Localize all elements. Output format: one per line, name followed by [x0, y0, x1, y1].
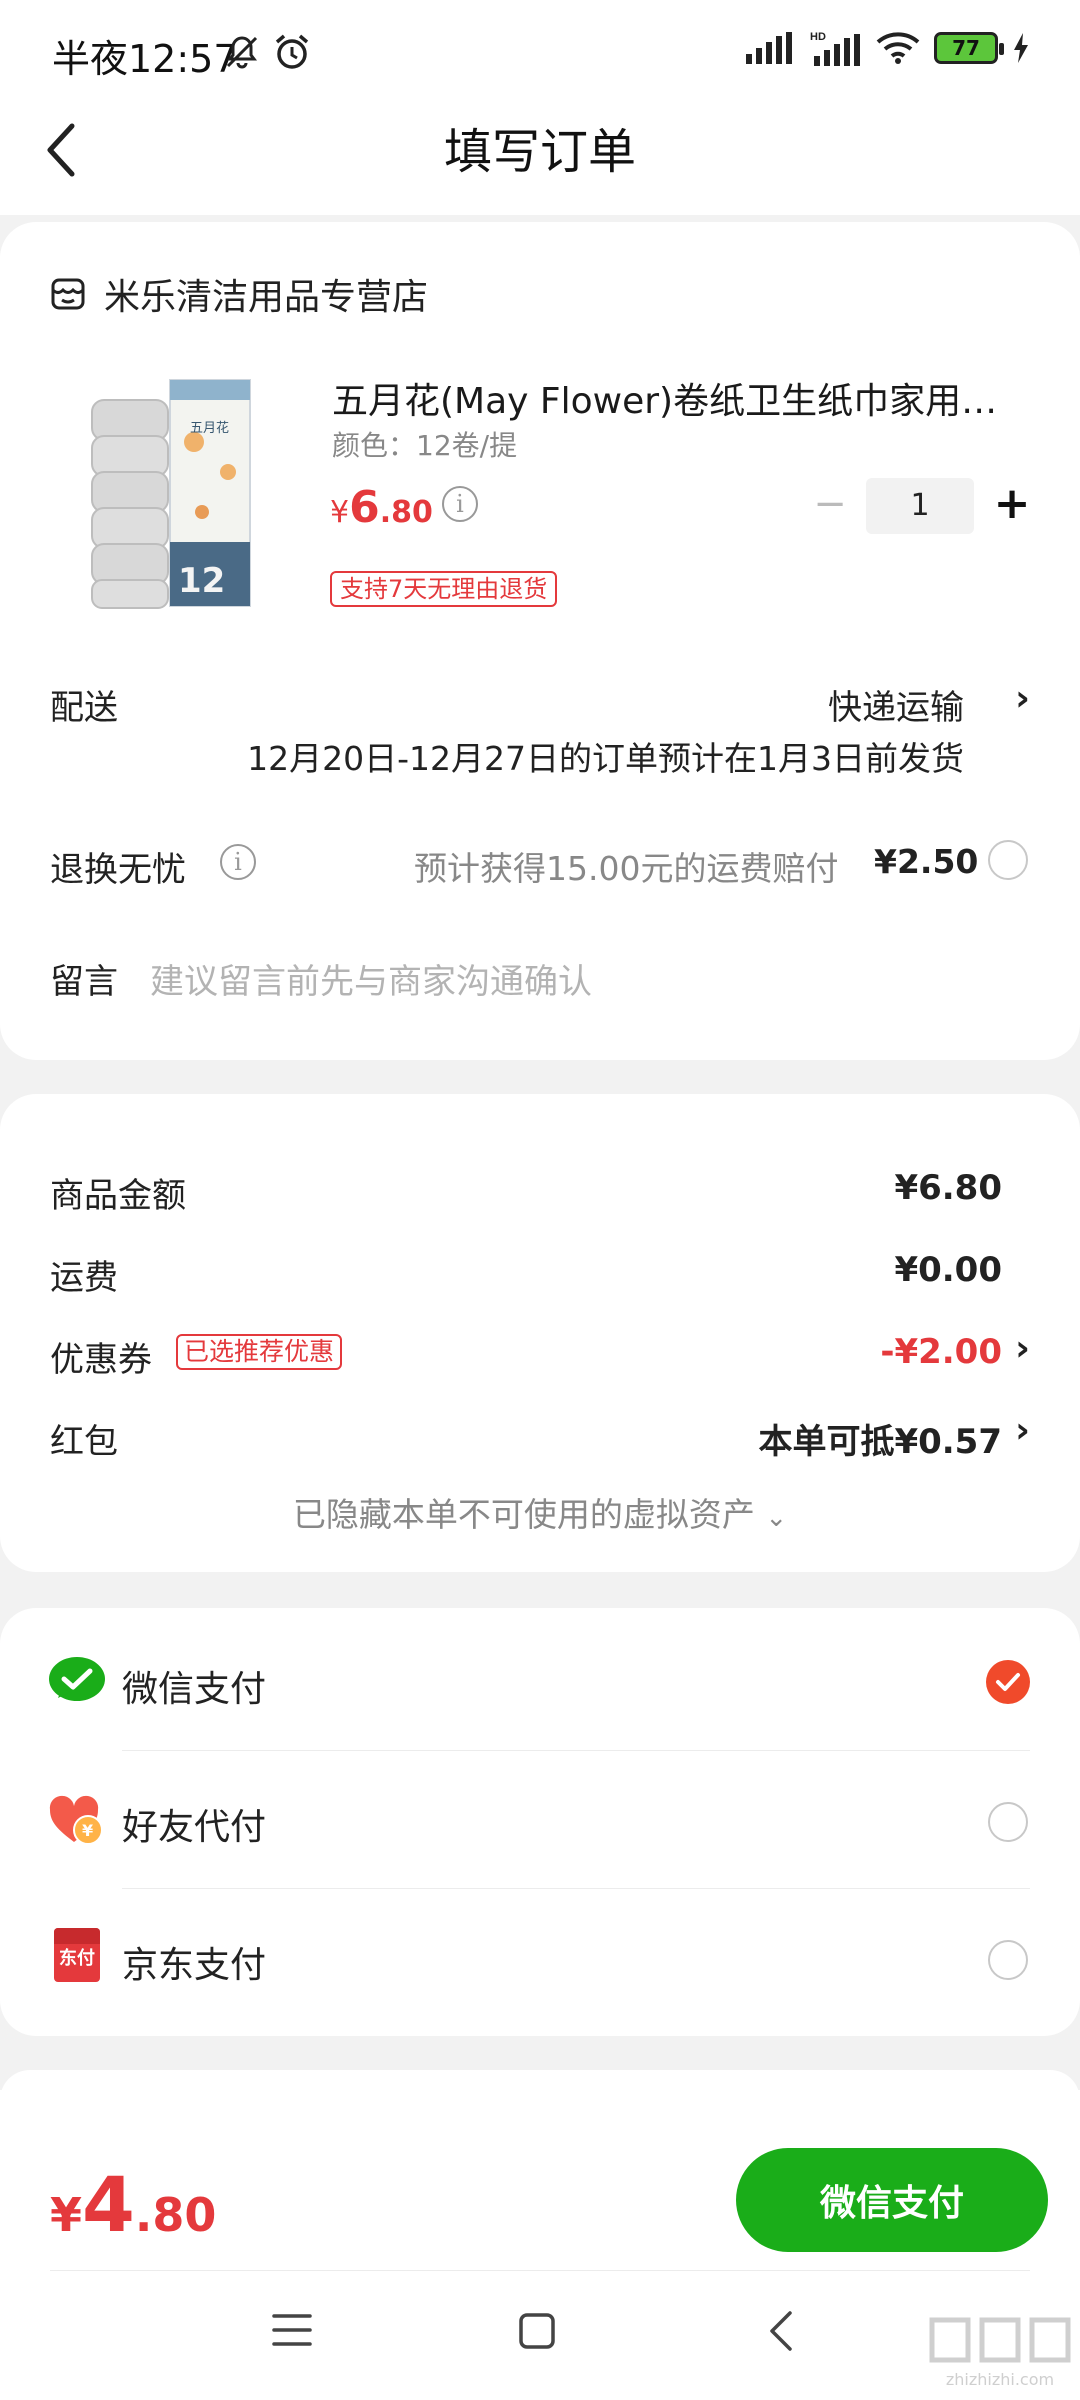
goods-amount-label: 商品金额 — [50, 1176, 186, 1216]
product-spec[interactable]: 颜色：12卷/提 — [332, 424, 517, 464]
svg-text:12: 12 — [178, 561, 225, 601]
payment-divider — [122, 1750, 1030, 1751]
wechat-pay-radio[interactable] — [986, 1660, 1030, 1704]
price-integer: 6 — [349, 482, 380, 533]
svg-text:HD: HD — [810, 31, 826, 43]
battery-icon: 77 — [934, 32, 1004, 64]
delivery-method[interactable]: 快递运输 — [828, 680, 964, 729]
coupon-label: 优惠券 — [50, 1340, 152, 1380]
coupon-tag: 已选推荐优惠 — [176, 1334, 343, 1370]
store-icon — [51, 278, 85, 310]
store-row[interactable]: 米乐清洁用品专营店 — [50, 268, 428, 320]
charging-icon — [1014, 33, 1028, 63]
svg-text:¥: ¥ — [82, 1821, 93, 1840]
menu-icon — [272, 2314, 312, 2346]
chevron-down-icon: ⌄ — [765, 1503, 788, 1533]
delivery-label: 配送 — [50, 688, 118, 728]
message-input[interactable]: 建议留言前先与商家沟通确认 — [150, 954, 1010, 1003]
price-decimal: .80 — [379, 495, 433, 530]
coupon-chevron-icon[interactable]: › — [1015, 1328, 1030, 1369]
wechat-pay-icon — [48, 1656, 106, 1710]
mute-icon — [224, 34, 260, 74]
total-price: ¥ 4 .80 — [50, 2160, 216, 2249]
jd-pay-icon: 东付 — [54, 1928, 100, 1982]
return-insurance-radio[interactable] — [988, 840, 1028, 880]
freight-label: 运费 — [50, 1258, 118, 1298]
wechat-pay-label: 微信支付 — [122, 1669, 267, 1710]
message-label: 留言 — [50, 962, 118, 1002]
return-insurance-text: 预计获得15.00元的运费赔付 — [414, 849, 839, 888]
quantity-decrease-button[interactable]: − — [810, 482, 850, 526]
back-nav-icon — [770, 2311, 792, 2351]
page-title: 填写订单 — [443, 124, 636, 180]
product-price: ¥ 6 .80 — [330, 482, 433, 533]
home-icon — [519, 2313, 555, 2349]
friend-pay-icon: ¥ — [48, 1794, 104, 1850]
wifi-icon — [876, 32, 920, 64]
jd-pay-label: 京东支付 — [122, 1945, 267, 1986]
payment-divider — [122, 1888, 1030, 1889]
jd-pay-icon-text: 东付 — [59, 1948, 95, 1969]
friend-pay-label: 好友代付 — [122, 1807, 267, 1848]
signal-hd-icon: HD — [810, 31, 860, 66]
price-symbol: ¥ — [330, 495, 350, 530]
watermark-text: zhizhizhi.com — [945, 2370, 1055, 2389]
price-info-icon[interactable]: i — [442, 486, 478, 522]
jd-pay-radio[interactable] — [988, 1940, 1028, 1980]
return-insurance-label: 退换无忧 — [50, 850, 186, 890]
total-price-decimal: .80 — [134, 2188, 217, 2242]
alarm-icon — [272, 32, 312, 76]
delivery-note: 12月20日-12月27日的订单预计在1月3日前发货 — [247, 739, 964, 778]
store-name: 米乐清洁用品专营店 — [104, 277, 429, 318]
total-price-symbol: ¥ — [50, 2188, 83, 2242]
order-card — [0, 222, 1080, 1060]
watermark: zhizhizhi.com — [926, 2314, 1074, 2394]
goods-amount-value: ¥6.80 — [894, 1168, 1002, 1208]
return-insurance-info-icon[interactable]: i — [220, 844, 256, 880]
friend-pay-radio[interactable] — [988, 1802, 1028, 1842]
menu-nav-button[interactable] — [272, 2312, 312, 2352]
freight-value: ¥0.00 — [894, 1250, 1002, 1290]
return-insurance-price: ¥2.50 — [874, 842, 979, 881]
hidden-assets-toggle[interactable]: 已隐藏本单不可使用的虚拟资产 ⌄ — [0, 1488, 1080, 1536]
product-title[interactable]: 五月花(May Flower)卷纸卫生纸巾家用厕… — [332, 372, 1032, 424]
quantity-input[interactable]: 1 — [866, 478, 974, 534]
checkmark-icon — [996, 1673, 1020, 1691]
signal-icon — [746, 32, 792, 64]
red-packet-label: 红包 — [50, 1422, 118, 1462]
product-image-brand: 五月花 — [190, 420, 229, 436]
pay-button[interactable]: 微信支付 — [736, 2148, 1048, 2252]
hidden-assets-text: 已隐藏本单不可使用的虚拟资产 — [292, 1495, 755, 1534]
coupon-value[interactable]: -¥2.00 — [880, 1332, 1002, 1372]
return-policy-tag: 支持7天无理由退货 — [330, 571, 558, 607]
product-image[interactable]: 12 五月花 — [82, 372, 272, 612]
status-time: 半夜12:57 — [52, 37, 238, 81]
total-price-integer: 4 — [82, 2160, 135, 2249]
nav-divider — [50, 2270, 1030, 2271]
home-nav-button[interactable] — [518, 2312, 556, 2354]
red-packet-value[interactable]: 本单可抵¥0.57 — [758, 1414, 1002, 1463]
delivery-chevron-icon[interactable]: › — [1015, 678, 1030, 719]
red-packet-chevron-icon[interactable]: › — [1015, 1410, 1030, 1451]
status-icons: HD 77 — [746, 30, 1030, 66]
quantity-increase-button[interactable]: + — [990, 476, 1034, 532]
back-nav-button[interactable] — [768, 2310, 794, 2356]
